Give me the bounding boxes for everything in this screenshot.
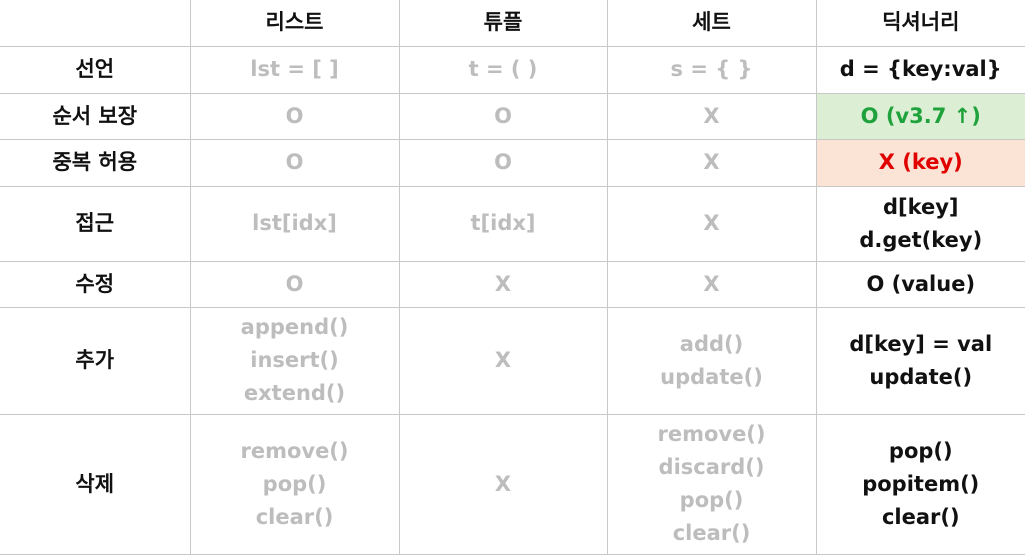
cell-dict: pop() popitem() clear() bbox=[816, 414, 1025, 555]
cell-set: X bbox=[607, 93, 817, 140]
cell-tuple: t[idx] bbox=[399, 186, 608, 262]
table-row: 삭제 remove() pop() clear() X remove() dis… bbox=[0, 414, 1025, 555]
cell-dict: d[key] d.get(key) bbox=[816, 186, 1025, 262]
cell-tuple: X bbox=[399, 307, 608, 415]
cell-list: remove() pop() clear() bbox=[190, 414, 400, 555]
header-set: 세트 bbox=[607, 0, 817, 47]
header-list: 리스트 bbox=[190, 0, 400, 47]
cell-dict: d[key] = val update() bbox=[816, 307, 1025, 415]
table-row: 수정 O X X O (value) bbox=[0, 261, 1025, 308]
cell-dict-highlight-red: X (key) bbox=[816, 139, 1025, 187]
cell-list: O bbox=[190, 139, 400, 187]
row-label: 삭제 bbox=[0, 414, 191, 555]
cell-list: append() insert() extend() bbox=[190, 307, 400, 415]
cell-tuple: O bbox=[399, 93, 608, 140]
cell-dict: O (value) bbox=[816, 261, 1025, 308]
header-tuple: 튜플 bbox=[399, 0, 608, 47]
cell-tuple: t = ( ) bbox=[399, 46, 608, 94]
row-label: 접근 bbox=[0, 186, 191, 262]
cell-set: X bbox=[607, 139, 817, 187]
corner-cell bbox=[0, 0, 191, 47]
cell-dict: d = {key:val} bbox=[816, 46, 1025, 94]
cell-set: add() update() bbox=[607, 307, 817, 415]
table-row: 중복 허용 O O X X (key) bbox=[0, 139, 1025, 187]
table-row: 순서 보장 O O X O (v3.7 ↑) bbox=[0, 93, 1025, 140]
cell-tuple: O bbox=[399, 139, 608, 187]
row-label: 중복 허용 bbox=[0, 139, 191, 187]
cell-dict-highlight-green: O (v3.7 ↑) bbox=[816, 93, 1025, 140]
cell-tuple: X bbox=[399, 414, 608, 555]
row-label: 선언 bbox=[0, 46, 191, 94]
table-row: 접근 lst[idx] t[idx] X d[key] d.get(key) bbox=[0, 186, 1025, 262]
comparison-table: 리스트 튜플 세트 딕셔너리 선언 lst = [ ] t = ( ) s = … bbox=[0, 0, 1025, 555]
header-dict: 딕셔너리 bbox=[816, 0, 1025, 47]
row-label: 수정 bbox=[0, 261, 191, 308]
cell-list: O bbox=[190, 261, 400, 308]
cell-set: s = { } bbox=[607, 46, 817, 94]
row-label: 순서 보장 bbox=[0, 93, 191, 140]
cell-list: lst = [ ] bbox=[190, 46, 400, 94]
table-row: 추가 append() insert() extend() X add() up… bbox=[0, 307, 1025, 415]
cell-set: remove() discard() pop() clear() bbox=[607, 414, 817, 555]
cell-tuple: X bbox=[399, 261, 608, 308]
cell-set: X bbox=[607, 261, 817, 308]
cell-set: X bbox=[607, 186, 817, 262]
cell-list: O bbox=[190, 93, 400, 140]
cell-list: lst[idx] bbox=[190, 186, 400, 262]
row-label: 추가 bbox=[0, 307, 191, 415]
table-row: 선언 lst = [ ] t = ( ) s = { } d = {key:va… bbox=[0, 46, 1025, 94]
